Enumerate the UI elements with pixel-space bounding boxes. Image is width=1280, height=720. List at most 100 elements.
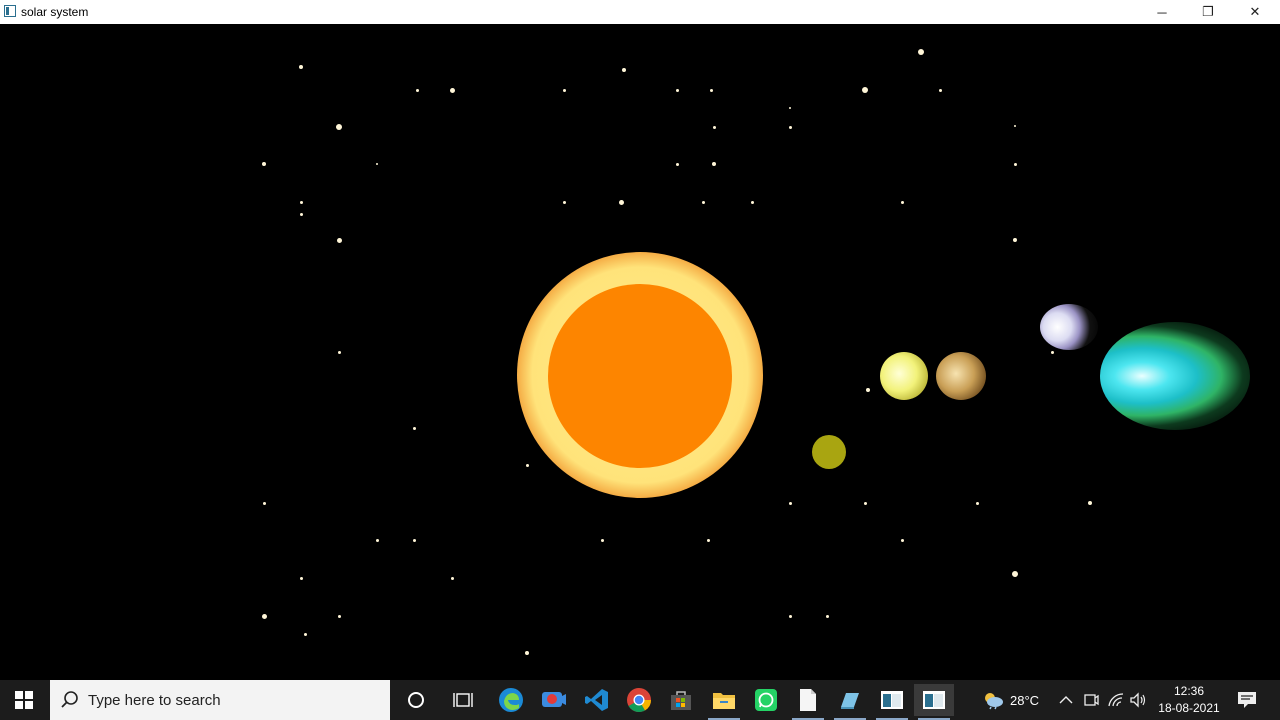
task-view-icon [453,693,473,707]
chrome-icon [627,688,651,713]
star [788,501,792,505]
planet-mercury [880,352,928,400]
task-view-button[interactable] [443,684,483,716]
star [525,651,529,655]
moon [1040,304,1098,350]
taskbar-app[interactable] [830,684,870,720]
star [449,87,455,93]
star [412,426,416,430]
edge-icon [499,688,523,712]
star [525,463,529,467]
star [622,68,626,72]
star [262,162,266,166]
maximize-button[interactable]: ❐ [1185,0,1231,24]
window-app-icon [881,691,903,709]
taskbar-file-explorer[interactable] [704,684,744,720]
windows-logo-icon [15,691,33,709]
star [262,501,266,505]
star [336,124,342,130]
star [825,614,829,618]
search-placeholder: Type here to search [88,692,221,709]
network-button[interactable] [1106,690,1126,710]
notepad-icon [800,689,816,711]
star [299,200,303,204]
taskbar-whatsapp[interactable] [746,684,786,716]
taskbar-store[interactable] [661,684,701,716]
meet-now-icon [1084,694,1099,706]
wifi-icon [1108,693,1124,707]
star [675,88,679,92]
sun [548,284,732,468]
vscode-icon [585,689,608,711]
star [1013,238,1017,242]
star [788,614,792,618]
star [975,501,979,505]
star [412,538,416,542]
star [1088,501,1092,505]
cortana-button[interactable] [396,684,436,716]
star [1014,125,1016,127]
window-app-icon [4,5,16,17]
taskbar-screen-recorder[interactable] [534,684,574,716]
star [862,87,868,93]
star [938,88,942,92]
app-window: solar system ─ ❐ ✕ [0,0,1280,680]
star [866,388,870,392]
action-center-button[interactable] [1236,690,1258,710]
taskbar-window-app[interactable] [872,684,912,720]
star [450,576,454,580]
minimize-button[interactable]: ─ [1139,0,1185,24]
taskbar-search-box[interactable]: Type here to search [50,680,390,720]
star [600,538,604,542]
star [375,538,379,542]
star [1050,350,1054,354]
star [618,199,624,205]
star [900,538,904,542]
cortana-icon [408,692,424,708]
star [299,65,303,69]
star [701,200,705,204]
speaker-icon [1130,692,1146,708]
star [303,632,307,636]
star [789,107,791,109]
star [376,163,378,165]
store-icon [671,691,691,710]
taskbar-vscode[interactable] [577,684,617,716]
show-hidden-icons-button[interactable] [1056,690,1076,710]
weather-widget[interactable]: 28°C [982,680,1039,720]
star [261,613,267,619]
star [562,200,566,204]
weather-cloud-rain-icon [985,693,1003,710]
taskbar-solar-system-app[interactable] [914,684,954,720]
star [900,200,904,204]
star [712,162,716,166]
star [337,350,341,354]
chevron-up-icon [1059,696,1073,704]
solar-system-canvas[interactable] [0,24,1280,680]
star [299,212,303,216]
star [1012,571,1018,577]
close-button[interactable]: ✕ [1232,0,1278,24]
planet-venus [936,352,986,400]
title-bar[interactable]: solar system ─ ❐ ✕ [0,0,1280,24]
whatsapp-icon [755,689,777,711]
taskbar-edge[interactable] [491,684,531,716]
volume-button[interactable] [1128,690,1148,710]
taskbar-clock[interactable]: 12:36 18-08-2021 [1155,683,1223,717]
star [709,88,713,92]
star [337,614,341,618]
solar-system-app-icon [923,691,945,709]
meet-now-button[interactable] [1081,690,1101,710]
star [863,501,867,505]
start-button[interactable] [0,680,48,720]
star [336,237,342,243]
star [562,88,566,92]
star [1013,162,1017,166]
app-icon [841,693,859,709]
clock-date: 18-08-2021 [1158,701,1220,715]
taskbar: Type here to search 28°C 12:36 18-08-202… [0,680,1280,720]
taskbar-notepad[interactable] [788,684,828,720]
taskbar-chrome[interactable] [619,684,659,716]
star [299,576,303,580]
star [675,162,679,166]
